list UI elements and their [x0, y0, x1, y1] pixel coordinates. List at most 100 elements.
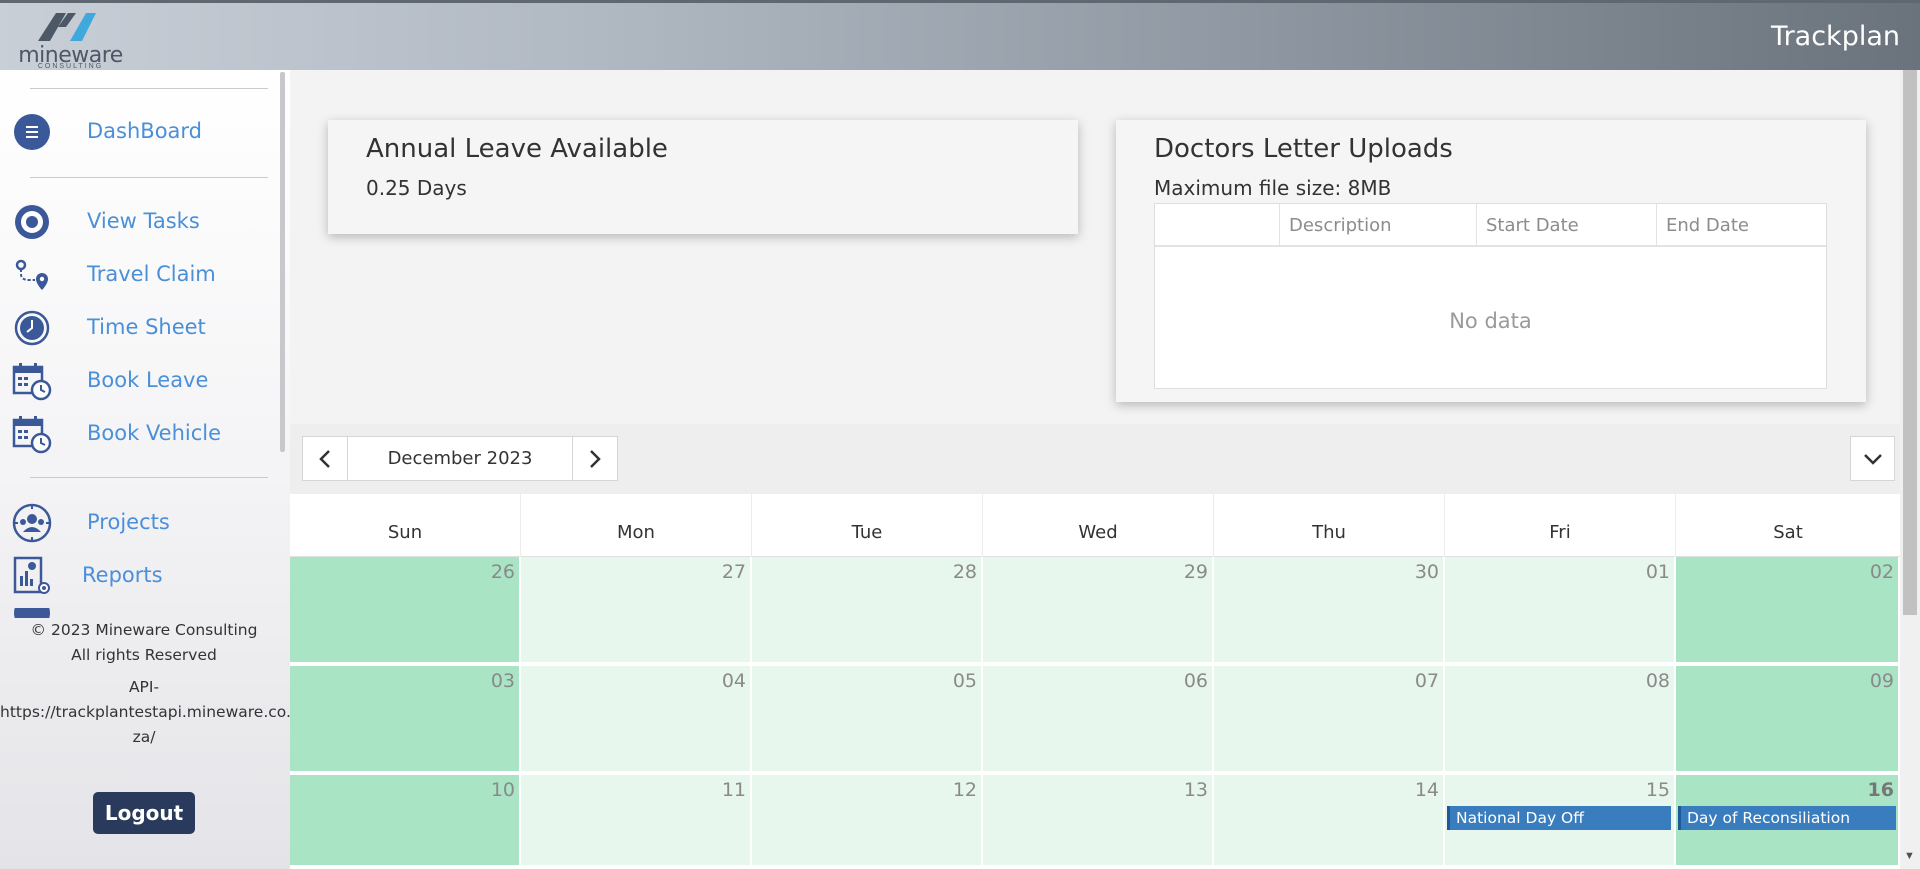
calendar-day-cell[interactable]: 13 [983, 775, 1214, 869]
logout-button[interactable]: Logout [93, 792, 195, 834]
day-number: 03 [490, 670, 515, 692]
day-number: 29 [1183, 561, 1208, 583]
calendar-day-cell[interactable]: 05 [752, 666, 983, 775]
day-number: 11 [721, 779, 746, 801]
current-month-label[interactable]: December 2023 [348, 437, 572, 480]
rights-text: All rights Reserved [71, 646, 217, 664]
day-number: 04 [721, 670, 746, 692]
day-name: Fri [1445, 494, 1676, 557]
sidebar-item-projects[interactable]: Projects [0, 499, 280, 545]
day-name: Wed [983, 494, 1214, 557]
calendar-day-cell[interactable]: 16 Day of Reconsiliation [1676, 775, 1900, 869]
calendar-day-cell[interactable]: 30 [1214, 557, 1445, 666]
day-number: 26 [490, 561, 515, 583]
day-number: 08 [1645, 670, 1670, 692]
sidebar-item-label: Time Sheet [87, 315, 206, 339]
scrollbar-thumb[interactable] [1903, 70, 1917, 615]
day-number: 12 [952, 779, 977, 801]
day-name-text: Fri [1549, 522, 1571, 543]
sidebar-scrollbar[interactable] [280, 72, 285, 452]
sidebar-item-dashboard[interactable]: DashBoard [0, 108, 280, 154]
column-header-description: Description [1280, 204, 1477, 245]
calendar-day-cell[interactable]: 09 [1676, 666, 1900, 775]
calendar-day-cell[interactable]: 04 [521, 666, 752, 775]
top-bar: mineware CONSULTING Trackplan [0, 0, 1920, 70]
main-scrollbar[interactable]: ▼ [1900, 70, 1920, 869]
report-icon [12, 556, 52, 595]
calendar-day-cell[interactable]: 27 [521, 557, 752, 666]
sidebar-item-label: DashBoard [87, 119, 203, 143]
sidebar-footer: © 2023 Mineware Consulting All rights Re… [0, 618, 288, 668]
prev-month-button[interactable] [303, 437, 348, 480]
day-number: 28 [952, 561, 977, 583]
calendar-day-cell[interactable]: 01 [1445, 557, 1676, 666]
day-number: 13 [1183, 779, 1208, 801]
day-name: Mon [521, 494, 752, 557]
calendar-day-cell[interactable]: 12 [752, 775, 983, 869]
day-name-text: Thu [1312, 522, 1346, 543]
calendar-clock-icon [12, 362, 52, 401]
day-number: 07 [1414, 670, 1439, 692]
calendar-day-cell[interactable]: 08 [1445, 666, 1676, 775]
sidebar-item-travel-claim[interactable]: Travel Claim [0, 251, 280, 297]
calendar-day-cell[interactable]: 03 [290, 666, 521, 775]
table-header: Description Start Date End Date [1155, 204, 1826, 247]
mineware-logo[interactable]: mineware CONSULTING [18, 7, 123, 70]
day-number: 27 [721, 561, 746, 583]
partial-menu-icon [12, 608, 52, 618]
sidebar-item-label: Book Leave [87, 368, 209, 392]
team-icon [12, 503, 52, 543]
calendar-day-cell[interactable]: 29 [983, 557, 1214, 666]
route-icon [12, 256, 52, 294]
card-title: Doctors Letter Uploads [1154, 134, 1453, 164]
target-icon [12, 203, 52, 241]
calendar-day-cell[interactable]: 28 [752, 557, 983, 666]
chevron-down-icon [1863, 453, 1882, 465]
next-month-button[interactable] [572, 437, 617, 480]
calendar-day-cell[interactable]: 15 National Day Off [1445, 775, 1676, 869]
day-number: 16 [1867, 779, 1894, 801]
day-number: 01 [1645, 561, 1670, 583]
sidebar-item-label: Projects [87, 510, 170, 534]
day-name-text: Sat [1773, 522, 1803, 543]
chevron-left-icon [319, 449, 330, 468]
day-name: Tue [752, 494, 983, 557]
logo-subtext: CONSULTING [37, 63, 104, 70]
day-name: Sun [290, 494, 521, 557]
uploads-table: Description Start Date End Date No data [1154, 203, 1827, 389]
sidebar: DashBoard View Tasks Travel Claim Time S… [0, 70, 291, 869]
api-url-line2: za/ [132, 728, 156, 746]
sidebar-item-label: Travel Claim [87, 262, 216, 286]
sidebar-item-reports[interactable]: Reports [0, 552, 280, 598]
calendar-day-cell[interactable]: 11 [521, 775, 752, 869]
calendar-day-cell[interactable]: 06 [983, 666, 1214, 775]
sidebar-item-book-vehicle[interactable]: Book Vehicle [0, 410, 280, 456]
calendar-day-cell[interactable]: 10 [290, 775, 521, 869]
scroll-down-arrow-icon[interactable]: ▼ [1904, 850, 1915, 862]
day-name-text: Wed [1078, 522, 1118, 543]
column-header-start-date: Start Date [1477, 204, 1657, 245]
calendar-event[interactable]: National Day Off [1447, 806, 1671, 830]
calendar-day-cell[interactable]: 07 [1214, 666, 1445, 775]
day-number: 14 [1414, 779, 1439, 801]
sidebar-item-label: Reports [82, 563, 163, 587]
sidebar-item-view-tasks[interactable]: View Tasks [0, 198, 280, 244]
menu-circle-icon [12, 113, 52, 151]
calendar-day-cell[interactable]: 26 [290, 557, 521, 666]
day-name-text: Tue [851, 522, 883, 543]
day-number: 15 [1645, 779, 1670, 801]
calendar-day-cell[interactable]: 14 [1214, 775, 1445, 869]
copyright-text: © 2023 Mineware Consulting [30, 621, 258, 639]
sidebar-item-book-leave[interactable]: Book Leave [0, 357, 280, 403]
day-number: 09 [1869, 670, 1894, 692]
clock-icon [12, 309, 52, 347]
day-name: Sat [1676, 494, 1900, 557]
view-dropdown-button[interactable] [1850, 436, 1895, 481]
calendar-event[interactable]: Day of Reconsiliation [1678, 806, 1896, 830]
calendar-day-cell[interactable]: 02 [1676, 557, 1900, 666]
sidebar-item-time-sheet[interactable]: Time Sheet [0, 304, 280, 350]
api-label: API- [128, 678, 160, 696]
column-header [1155, 204, 1280, 245]
day-name-text: Mon [617, 522, 655, 543]
logo-mark-icon [38, 13, 96, 41]
